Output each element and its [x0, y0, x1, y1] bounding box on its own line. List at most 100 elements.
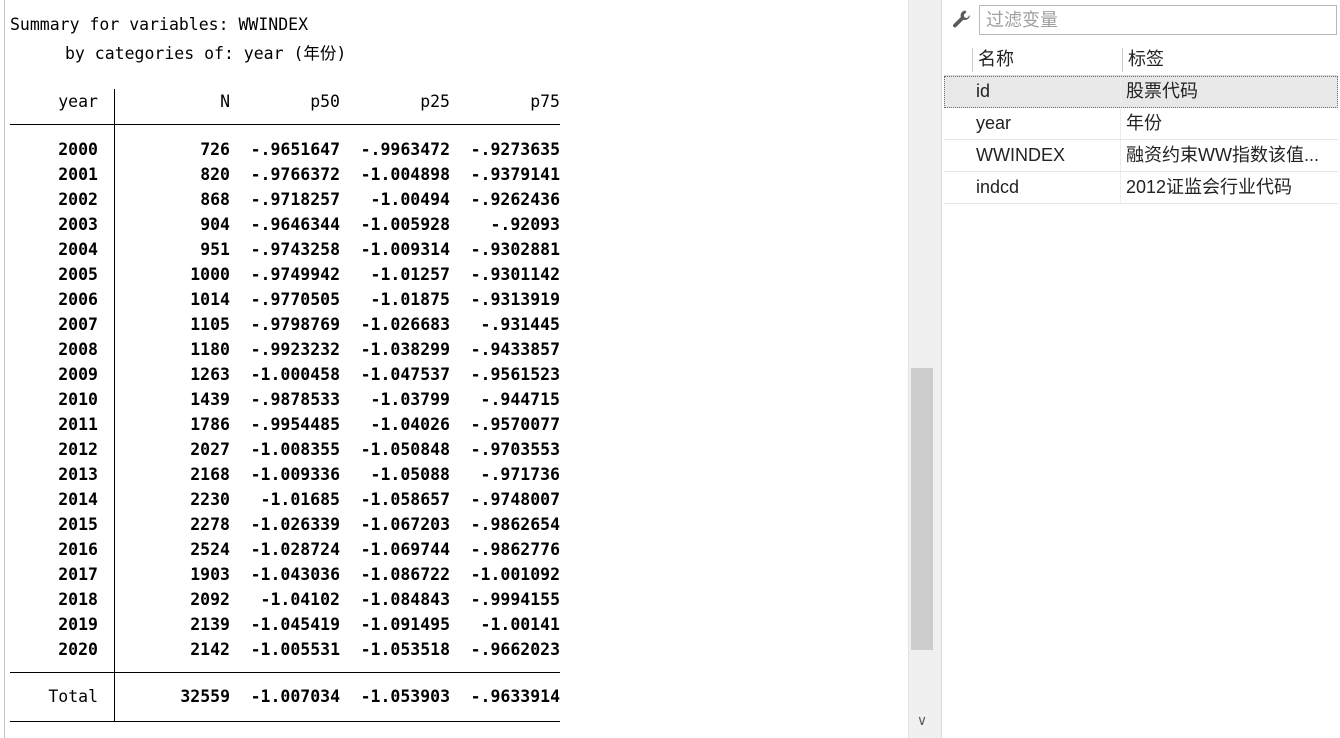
- cell-year: 2010: [10, 387, 115, 412]
- cell-p50: -1.045419: [250, 615, 340, 634]
- cell-year: 2008: [10, 337, 115, 362]
- cell-p25: -1.00494: [370, 190, 450, 209]
- table-row: 2017 1903 -1.043036 -1.086722 -1.001092: [10, 562, 560, 587]
- col-header-year: year: [10, 89, 115, 125]
- cell-p25: -1.084843: [360, 590, 450, 609]
- scrollbar-thumb[interactable]: [911, 368, 933, 650]
- cell-p75: -.9273635: [470, 140, 560, 159]
- variable-label: 融资约束WW指数该值...: [1126, 145, 1319, 165]
- spacer-cell: [230, 662, 340, 673]
- cell-p50: -.9798769: [250, 315, 340, 334]
- results-pane: Summary for variables: WWINDEX by catego…: [0, 0, 908, 738]
- cell-p50: -.9651647: [250, 140, 340, 159]
- cell-p25: -1.005928: [360, 215, 450, 234]
- variable-row-year[interactable]: year 年份: [944, 108, 1338, 140]
- results-scrollbar[interactable]: ∨: [908, 0, 935, 738]
- cell-p25: -1.004898: [360, 165, 450, 184]
- filter-variables-input[interactable]: [979, 5, 1337, 35]
- cell-n: 820: [200, 165, 230, 184]
- table-row: 2003 904 -.9646344 -1.005928 -.92093: [10, 212, 560, 237]
- summary-by-line: by categories of: year (年份): [65, 44, 347, 63]
- cell-p50: -.9749942: [250, 265, 340, 284]
- table-row: 2005 1000 -.9749942 -1.01257 -.9301142: [10, 262, 560, 287]
- table-row: 2006 1014 -.9770505 -1.01875 -.9313919: [10, 287, 560, 312]
- cell-p75: -.9633914: [470, 687, 560, 706]
- cell-n: 1903: [190, 565, 230, 584]
- table-row: 2002 868 -.9718257 -1.00494 -.9262436: [10, 187, 560, 212]
- cell-n: 951: [200, 240, 230, 259]
- cell-p75: -.9862776: [470, 540, 560, 559]
- cell-p75: -.9433857: [470, 340, 560, 359]
- table-spacer: [10, 662, 560, 673]
- cell-year: 2002: [10, 187, 115, 212]
- cell-year: 2015: [10, 512, 115, 537]
- spacer-cell: [115, 662, 231, 673]
- table-row: 2020 2142 -1.005531 -1.053518 -.9662023: [10, 637, 560, 662]
- variable-row-id[interactable]: id 股票代码: [944, 76, 1338, 108]
- spacer-cell: [450, 662, 560, 673]
- cell-n: 2092: [190, 590, 230, 609]
- cell-p25: -1.026683: [360, 315, 450, 334]
- cell-year: 2012: [10, 437, 115, 462]
- table-row: 2013 2168 -1.009336 -1.05088 -.971736: [10, 462, 560, 487]
- variable-label: 2012证监会行业代码: [1126, 177, 1293, 197]
- cell-p75: -.9662023: [470, 640, 560, 659]
- col-header-p25: p25: [420, 92, 450, 111]
- table-row: 2012 2027 -1.008355 -1.050848 -.9703553: [10, 437, 560, 462]
- col-header-label[interactable]: 标签: [1122, 44, 1164, 75]
- cell-divider: [1120, 108, 1121, 139]
- variable-row-wwindex[interactable]: WWINDEX 融资约束WW指数该值...: [944, 140, 1338, 172]
- cell-p50: -.9770505: [250, 290, 340, 309]
- wrench-icon[interactable]: [950, 8, 974, 32]
- cell-p50: -1.04102: [260, 590, 340, 609]
- col-header-p50: p50: [310, 92, 340, 111]
- cell-n: 2278: [190, 515, 230, 534]
- cell-p25: -1.038299: [360, 340, 450, 359]
- cell-p50: -.9743258: [250, 240, 340, 259]
- cell-year: 2009: [10, 362, 115, 387]
- cell-p25: -1.053518: [360, 640, 450, 659]
- cell-p75: -.9302881: [470, 240, 560, 259]
- cell-p75: -1.001092: [470, 565, 560, 584]
- variables-filter-bar: [942, 0, 1340, 42]
- table-row: 2019 2139 -1.045419 -1.091495 -1.00141: [10, 612, 560, 637]
- cell-p25: -1.050848: [360, 440, 450, 459]
- cell-n: 32559: [180, 687, 230, 706]
- cell-year: 2019: [10, 612, 115, 637]
- spacer-cell: [340, 662, 450, 673]
- variables-panel: 名称 标签 id 股票代码 year 年份 WWINDEX 融资约束WW指数该值... in…: [942, 0, 1340, 738]
- cell-year: 2016: [10, 537, 115, 562]
- summary-table-body: 2000 726 -.9651647 -.9963472 -.9273635 2001 82…: [10, 124, 560, 722]
- variables-list: id 股票代码 year 年份 WWINDEX 融资约束WW指数该值... indcd 201…: [944, 76, 1338, 204]
- variable-label: 年份: [1126, 113, 1162, 133]
- cell-p25: -1.086722: [360, 565, 450, 584]
- cell-p75: -.971736: [480, 465, 560, 484]
- variable-row-indcd[interactable]: indcd 2012证监会行业代码: [944, 172, 1338, 204]
- table-spacer: [10, 124, 560, 138]
- cell-n: 904: [200, 215, 230, 234]
- variable-name: year: [976, 113, 1012, 133]
- cell-n: 1000: [190, 265, 230, 284]
- cell-divider: [1120, 76, 1121, 107]
- cell-p75: -.9570077: [470, 415, 560, 434]
- spacer-cell: [450, 125, 560, 138]
- variable-label: 股票代码: [1126, 81, 1198, 101]
- chevron-down-icon[interactable]: ∨: [909, 708, 935, 734]
- variable-name: WWINDEX: [976, 145, 1065, 165]
- cell-p50: -.9878533: [250, 390, 340, 409]
- col-header-name[interactable]: 名称: [972, 44, 1014, 75]
- table-row: 2011 1786 -.9954485 -1.04026 -.9570077: [10, 412, 560, 437]
- spacer-cell: [115, 125, 231, 138]
- table-row: 2000 726 -.9651647 -.9963472 -.9273635: [10, 137, 560, 162]
- cell-p25: -1.067203: [360, 515, 450, 534]
- cell-p75: -.9748007: [470, 490, 560, 509]
- cell-n: 726: [200, 140, 230, 159]
- cell-divider: [1120, 172, 1121, 203]
- cell-p50: -.9954485: [250, 415, 340, 434]
- summary-title: Summary for variables: WWINDEX: [10, 15, 309, 34]
- cell-divider: [1120, 140, 1121, 171]
- pane-splitter[interactable]: [935, 0, 942, 738]
- cell-p50: -1.000458: [250, 365, 340, 384]
- cell-n: 1263: [190, 365, 230, 384]
- spacer-cell: [230, 125, 340, 138]
